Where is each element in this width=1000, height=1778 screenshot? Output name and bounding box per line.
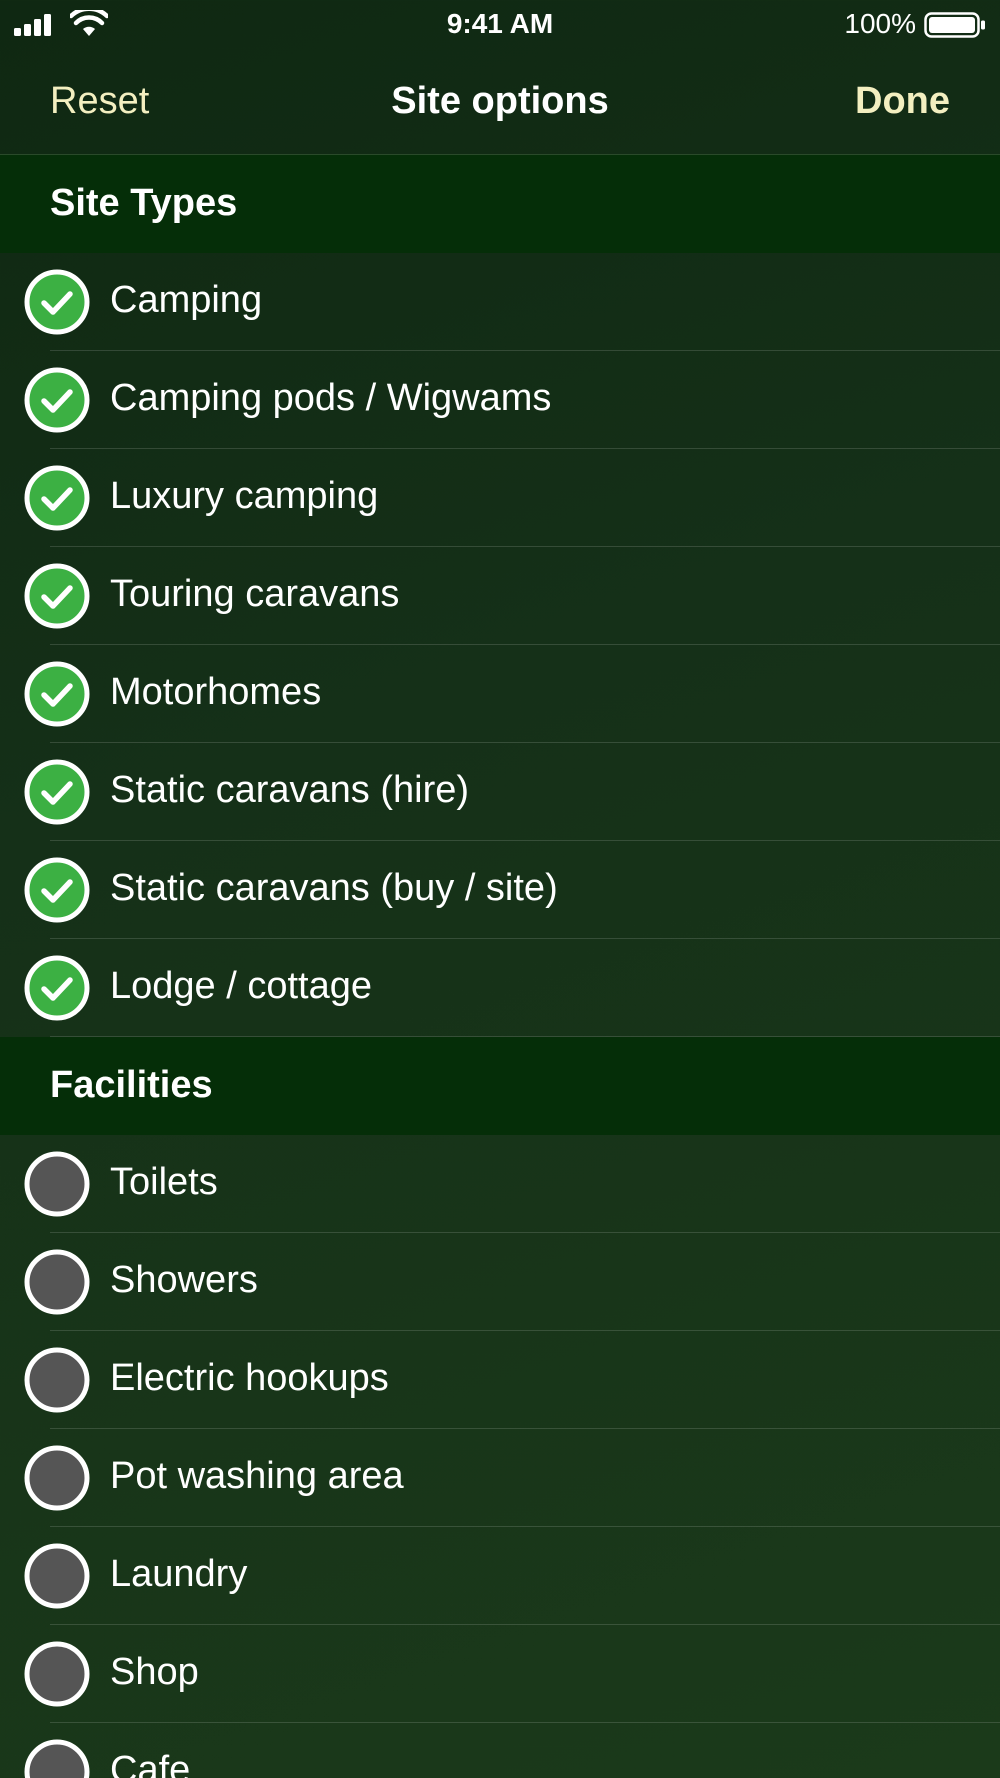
option-row[interactable]: Touring caravans [0, 547, 1000, 645]
option-row[interactable]: Static caravans (buy / site) [0, 841, 1000, 939]
option-row[interactable]: Luxury camping [0, 449, 1000, 547]
section-header: Facilities [0, 1037, 1000, 1135]
option-label: Static caravans (buy / site) [110, 867, 558, 909]
option-label: Showers [110, 1259, 258, 1301]
empty-circle-icon[interactable] [24, 1249, 90, 1315]
empty-circle-icon[interactable] [24, 1641, 90, 1707]
battery-icon [924, 12, 985, 38]
empty-circle-icon[interactable] [24, 1445, 90, 1511]
checkmark-circle-icon[interactable] [24, 269, 90, 335]
option-row[interactable]: Toilets [0, 1135, 1000, 1233]
options-list: Site Types Camping Camping pods / Wigwams L… [0, 155, 1000, 1778]
option-label: Motorhomes [110, 671, 322, 713]
battery-percent: 100% [844, 8, 916, 39]
empty-circle-icon[interactable] [24, 1543, 90, 1609]
option-row[interactable]: Shop [0, 1625, 1000, 1723]
option-row[interactable]: Camping pods / Wigwams [0, 351, 1000, 449]
option-row[interactable]: Camping [0, 253, 1000, 351]
option-label: Static caravans (hire) [110, 769, 470, 811]
checkmark-circle-icon[interactable] [24, 661, 90, 727]
checkmark-circle-icon[interactable] [24, 563, 90, 629]
checkmark-circle-icon[interactable] [24, 857, 90, 923]
empty-circle-icon[interactable] [24, 1739, 90, 1778]
checkmark-circle-icon[interactable] [24, 955, 90, 1021]
option-label: Lodge / cottage [110, 965, 372, 1007]
option-label: Touring caravans [110, 573, 400, 615]
option-row[interactable]: Pot washing area [0, 1429, 1000, 1527]
option-label: Pot washing area [110, 1455, 404, 1497]
section-header: Site Types [0, 155, 1000, 253]
option-label: Luxury camping [110, 475, 379, 517]
option-label: Camping pods / Wigwams [110, 377, 552, 419]
option-label: Toilets [110, 1161, 218, 1203]
option-row[interactable]: Lodge / cottage [0, 939, 1000, 1037]
option-row[interactable]: Static caravans (hire) [0, 743, 1000, 841]
section-title: Site Types [50, 182, 238, 224]
done-button[interactable]: Done [855, 80, 950, 123]
option-label: Laundry [110, 1553, 248, 1595]
option-label: Camping [110, 279, 263, 321]
option-row[interactable]: Laundry [0, 1527, 1000, 1625]
section-title: Facilities [50, 1064, 213, 1106]
checkmark-circle-icon[interactable] [24, 367, 90, 433]
navigation-bar: Reset Site options Done [0, 50, 1000, 155]
option-label: Cafe [110, 1749, 191, 1778]
option-row[interactable]: Motorhomes [0, 645, 1000, 743]
checkmark-circle-icon[interactable] [24, 759, 90, 825]
checkmark-circle-icon[interactable] [24, 465, 90, 531]
option-row[interactable]: Cafe [0, 1723, 1000, 1778]
option-row[interactable]: Electric hookups [0, 1331, 1000, 1429]
empty-circle-icon[interactable] [24, 1347, 90, 1413]
page-title: Site options [391, 80, 609, 122]
option-label: Electric hookups [110, 1357, 389, 1399]
option-row[interactable]: Showers [0, 1233, 1000, 1331]
empty-circle-icon[interactable] [24, 1151, 90, 1217]
status-bar: 9:41 AM 100% [0, 0, 1000, 50]
option-label: Shop [110, 1651, 199, 1693]
